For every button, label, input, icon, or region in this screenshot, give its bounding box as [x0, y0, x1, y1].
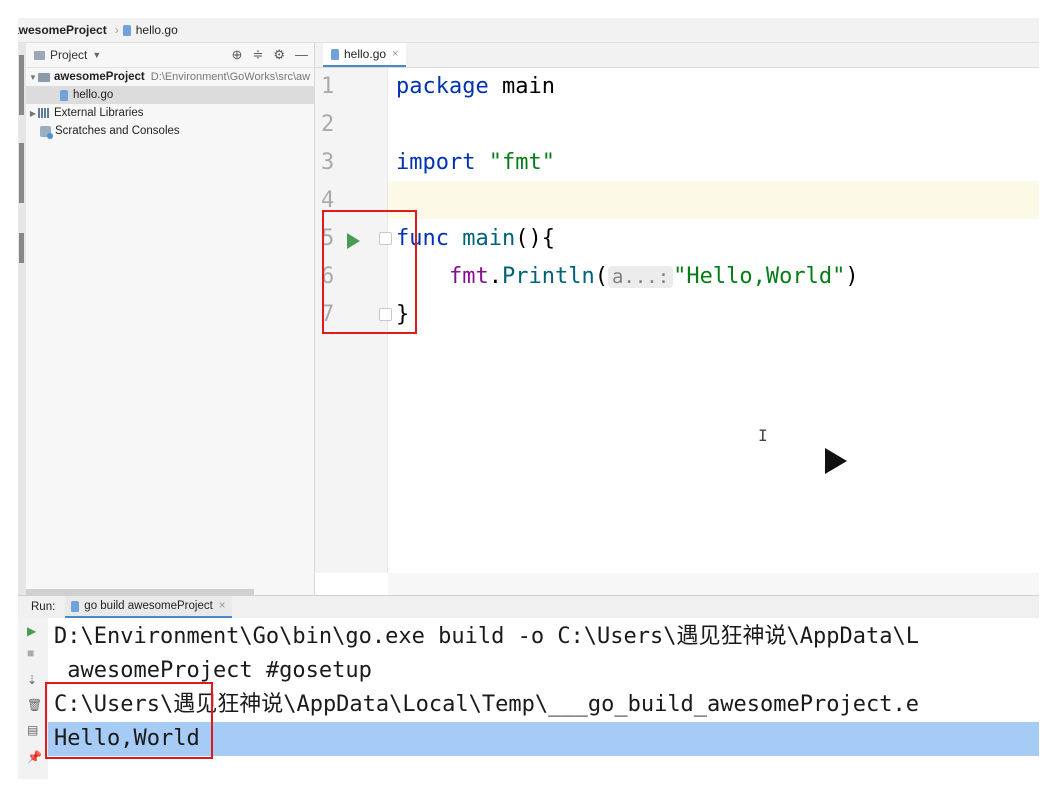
expand-right-icon[interactable]: ▶ — [28, 109, 38, 118]
editor-tabs: hello.go × — [315, 43, 1039, 68]
breadcrumb: awesomeProject › hello.go — [18, 18, 1039, 43]
string-literal: "fmt" — [475, 150, 555, 175]
stop-icon[interactable]: ■ — [27, 646, 34, 660]
scratches-icon — [40, 125, 53, 139]
breadcrumb-file[interactable]: hello.go — [136, 23, 178, 37]
console-line: D:\Environment\Go\bin\go.exe build -o C:… — [54, 624, 919, 649]
go-file-icon — [71, 600, 80, 612]
code-line-1: package main — [396, 68, 859, 106]
tree-item-label: External Libraries — [54, 107, 144, 119]
tree-item-label: awesomeProject — [54, 71, 145, 83]
tab-run-config[interactable]: go build awesomeProject × — [65, 596, 232, 618]
pin-icon[interactable]: 📌 — [27, 750, 42, 764]
locate-icon[interactable]: ⊕ — [232, 47, 243, 63]
tree-item-scratches[interactable]: Scratches and Consoles — [26, 122, 314, 140]
annotation-box-output — [45, 682, 213, 759]
code-editor[interactable]: 1 2 3 4 5 6 7 package main import "fmt" … — [315, 68, 1039, 595]
project-panel-tools: ⊕ ≑ ⚙ — — [232, 47, 308, 63]
line-number: 1 — [321, 74, 335, 99]
close-icon[interactable]: × — [392, 48, 398, 60]
library-icon — [38, 108, 50, 118]
project-panel-header: Project ▼ ⊕ ≑ ⚙ — — [26, 43, 314, 68]
favorites-toolwindow-button[interactable] — [19, 233, 24, 263]
tab-label: hello.go — [344, 47, 387, 61]
chevron-down-icon[interactable]: ▼ — [92, 50, 101, 60]
keyword: package — [396, 74, 489, 99]
tree-item-external-libraries[interactable]: ▶ External Libraries — [26, 104, 314, 122]
project-toolwindow-button[interactable] — [19, 55, 24, 115]
function-name: main — [448, 226, 516, 251]
run-toolbar: ▶ ■ ⇣ 🗑 ▤ 📌 — [18, 618, 48, 779]
close-icon[interactable]: × — [219, 600, 226, 612]
tab-hello-go[interactable]: hello.go × — [323, 43, 407, 67]
tree-item-label: hello.go — [73, 89, 114, 101]
punctuation: ) — [845, 264, 859, 289]
project-panel: Project ▼ ⊕ ≑ ⚙ — ▼ awesomeProject D:\En… — [26, 43, 315, 595]
collapse-icon[interactable]: ≑ — [252, 47, 263, 63]
structure-toolwindow-button[interactable] — [19, 143, 24, 203]
code-content[interactable]: package main import "fmt" func main(){ f… — [396, 68, 859, 334]
layout-icon[interactable]: ▤ — [27, 723, 38, 737]
project-tree: ▼ awesomeProject D:\Environment\GoWorks\… — [26, 68, 314, 140]
run-panel-header: Run: go build awesomeProject × — [18, 595, 1039, 619]
ide-window: awesomeProject › hello.go Project ▼ ⊕ ≑ … — [18, 18, 1039, 779]
go-file-icon — [122, 24, 131, 36]
editor-scrollbar[interactable] — [388, 573, 1039, 595]
punctuation: (){ — [515, 226, 555, 251]
punctuation: . — [488, 264, 502, 289]
scroll-to-end-icon[interactable]: ⇣ — [27, 673, 37, 687]
annotation-box-run — [322, 210, 417, 334]
code-line-7: } — [396, 296, 859, 334]
string-literal: "Hello,World" — [673, 264, 846, 289]
tree-item-path: D:\Environment\GoWorks\src\aw — [150, 71, 311, 83]
go-file-icon — [331, 48, 339, 60]
tree-item-awesomeproject[interactable]: ▼ awesomeProject D:\Environment\GoWorks\… — [26, 68, 314, 86]
breadcrumb-separator: › — [114, 23, 119, 37]
play-overlay-icon[interactable] — [825, 448, 847, 474]
code-line-5: func main(){ — [396, 220, 859, 258]
text-cursor-icon: I — [758, 426, 768, 445]
line-number: 2 — [321, 112, 335, 137]
expand-down-icon[interactable]: ▼ — [28, 73, 38, 82]
run-tab-label: go build awesomeProject — [84, 600, 213, 612]
code-line-3: import "fmt" — [396, 144, 859, 182]
breadcrumb-project[interactable]: awesomeProject — [18, 23, 107, 37]
punctuation: ( — [594, 264, 608, 289]
folder-icon — [38, 72, 50, 82]
go-file-icon — [60, 89, 68, 101]
gear-icon[interactable]: ⚙ — [273, 47, 285, 63]
folder-icon — [34, 50, 45, 60]
keyword: import — [396, 150, 476, 175]
project-panel-title[interactable]: Project — [50, 48, 87, 62]
tree-item-hello-go[interactable]: hello.go — [26, 86, 314, 104]
run-label: Run: — [31, 601, 56, 613]
package-name: main — [488, 74, 555, 99]
trash-icon[interactable]: 🗑 — [27, 698, 42, 712]
code-line-6: fmt.Println(a...: "Hello,World") — [396, 258, 859, 296]
line-number: 3 — [321, 150, 335, 175]
minimize-icon[interactable]: — — [295, 47, 308, 63]
tree-item-label: Scratches and Consoles — [55, 125, 180, 137]
parameter-hint: a...: — [607, 266, 674, 288]
function-call: Println — [501, 264, 595, 289]
rerun-icon[interactable]: ▶ — [27, 624, 36, 638]
